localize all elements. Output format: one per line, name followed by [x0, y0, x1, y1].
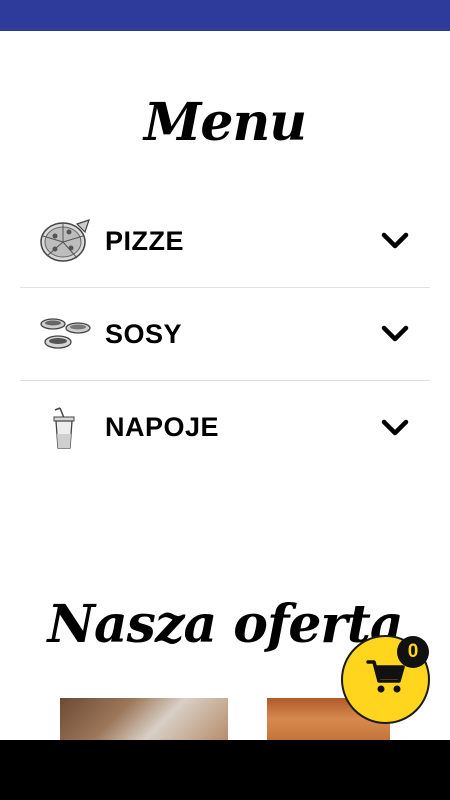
menu-title: Menu	[143, 92, 307, 153]
menu-item-label: NAPOJE	[105, 412, 220, 442]
cart-count-badge: 0	[397, 636, 429, 668]
menu-item-napoje[interactable]: NAPOJE	[20, 381, 430, 474]
chevron-down-icon[interactable]	[380, 231, 410, 251]
sauce-bowls-icon	[38, 309, 92, 359]
chevron-down-icon[interactable]	[380, 324, 410, 344]
navigation-bar	[0, 740, 450, 800]
status-bar	[0, 0, 450, 31]
cart-icon	[365, 659, 406, 700]
chevron-down-icon[interactable]	[380, 418, 410, 438]
menu-list: PIZZE SOSY NAPOJE	[20, 195, 430, 474]
menu-item-pizze[interactable]: PIZZE	[20, 195, 430, 288]
menu-item-sosy[interactable]: SOSY	[20, 288, 430, 381]
pizza-icon	[38, 216, 92, 266]
drink-cup-icon	[38, 403, 92, 453]
menu-item-label: SOSY	[105, 318, 183, 349]
offer-card-image[interactable]	[60, 698, 228, 740]
menu-item-label: PIZZE	[105, 225, 185, 256]
